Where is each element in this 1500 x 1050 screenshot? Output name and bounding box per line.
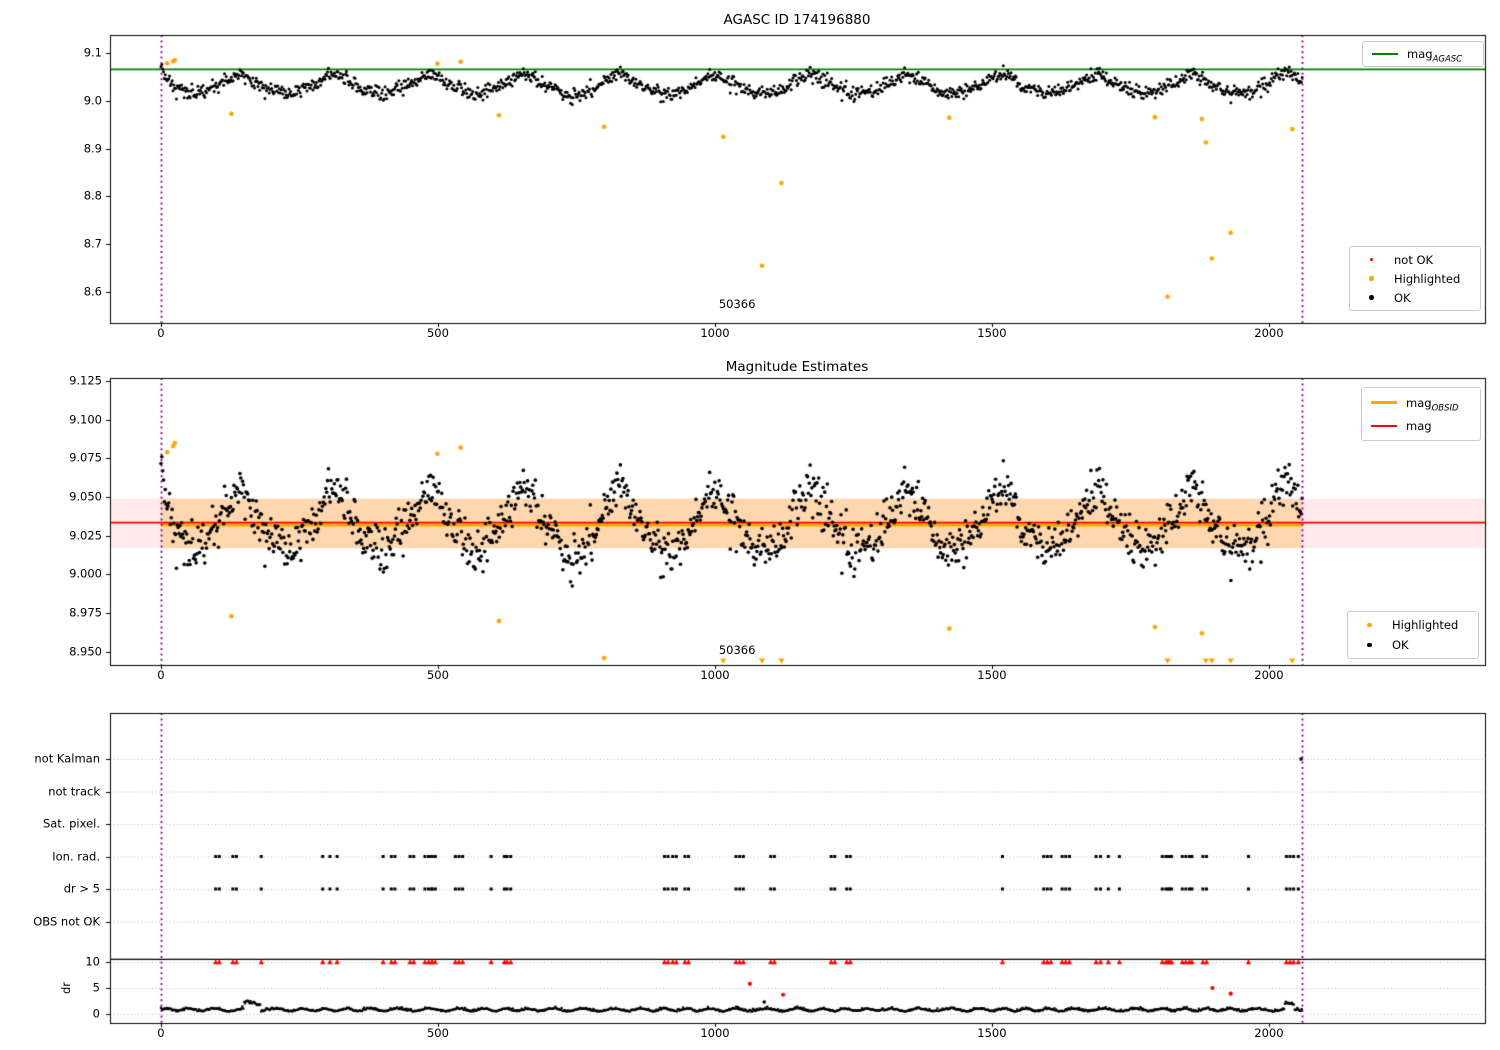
middle-ytick-label: 9.100 — [38, 413, 102, 426]
legend-label-ok: OK — [1394, 291, 1411, 305]
legend-label-mag-agasc: magAGASC — [1407, 47, 1462, 61]
middle-xtick-label: 1000 — [700, 669, 729, 682]
bottom-xtick-label: 2000 — [1254, 1027, 1283, 1040]
legend-label-mag-obsid: magOBSID — [1406, 396, 1459, 410]
ok-marker-icon — [1358, 295, 1385, 300]
top-plot-title: AGASC ID 174196880 — [724, 12, 871, 28]
legend-middle-flags: Highlighted OK — [1347, 611, 1479, 659]
legend-mag-agasc: magAGASC — [1362, 41, 1484, 67]
dr-tick-label: 10 — [0, 956, 100, 969]
legend-label-highlighted-mid: Highlighted — [1392, 618, 1458, 632]
flag-row-label: OBS not OK — [0, 915, 100, 928]
middle-xtick-label: 0 — [157, 669, 164, 682]
legend-label-ok-mid: OK — [1392, 638, 1409, 652]
top-ytick-label: 8.6 — [38, 285, 102, 298]
flag-row-label: Sat. pixel. — [0, 818, 100, 831]
obsid-annotation-middle: 50366 — [719, 643, 756, 657]
not-ok-marker-icon — [1358, 258, 1385, 262]
figure: { "figure": {"width": 1500, "height": 10… — [0, 0, 1500, 1050]
flag-row-label: not track — [0, 785, 100, 798]
middle-xtick-label: 1500 — [977, 669, 1006, 682]
legend-top-flags: not OK Highlighted OK — [1349, 246, 1481, 311]
highlighted-marker-icon — [1356, 623, 1383, 628]
flag-row-label: dr > 5 — [0, 883, 100, 896]
legend-label-highlighted: Highlighted — [1394, 272, 1460, 286]
legend-label-not-ok: not OK — [1394, 253, 1433, 267]
legend-label-mag: mag — [1406, 419, 1432, 433]
middle-ytick-label: 8.950 — [38, 645, 102, 658]
flag-row-label: Ion. rad. — [0, 850, 100, 863]
top-xtick-label: 1500 — [977, 327, 1006, 340]
middle-ytick-label: 9.000 — [38, 568, 102, 581]
highlighted-marker-icon — [1358, 276, 1385, 281]
middle-ytick-label: 9.025 — [38, 529, 102, 542]
mag-line-swatch — [1370, 425, 1397, 427]
plots-canvas — [0, 0, 1500, 1050]
middle-ytick-label: 9.050 — [38, 491, 102, 504]
bottom-xtick-label: 500 — [427, 1027, 449, 1040]
middle-ytick-label: 9.125 — [38, 375, 102, 388]
legend-mag-lines: magOBSID mag — [1361, 387, 1481, 441]
top-ytick-label: 9.0 — [38, 94, 102, 107]
middle-ytick-label: 9.075 — [38, 452, 102, 465]
bottom-xtick-label: 0 — [157, 1027, 164, 1040]
top-ytick-label: 9.1 — [38, 47, 102, 60]
dr-tick-label: 0 — [0, 1008, 100, 1021]
top-ytick-label: 8.8 — [38, 190, 102, 203]
middle-ytick-label: 8.975 — [38, 607, 102, 620]
middle-xtick-label: 500 — [427, 669, 449, 682]
top-xtick-label: 2000 — [1254, 327, 1283, 340]
bottom-xtick-label: 1500 — [977, 1027, 1006, 1040]
top-xtick-label: 0 — [157, 327, 164, 340]
top-ytick-label: 8.7 — [38, 238, 102, 251]
mag-agasc-line-swatch — [1371, 53, 1398, 55]
mag-obsid-line-swatch — [1370, 401, 1397, 404]
dr-tick-label: 5 — [0, 982, 100, 995]
middle-xtick-label: 2000 — [1254, 669, 1283, 682]
middle-plot-title: Magnitude Estimates — [726, 359, 868, 375]
top-xtick-label: 500 — [427, 327, 449, 340]
obsid-annotation-top: 50366 — [719, 297, 756, 311]
top-ytick-label: 8.9 — [38, 142, 102, 155]
bottom-xtick-label: 1000 — [700, 1027, 729, 1040]
ok-marker-icon — [1356, 643, 1383, 648]
flag-row-label: not Kalman — [0, 753, 100, 766]
top-xtick-label: 1000 — [700, 327, 729, 340]
